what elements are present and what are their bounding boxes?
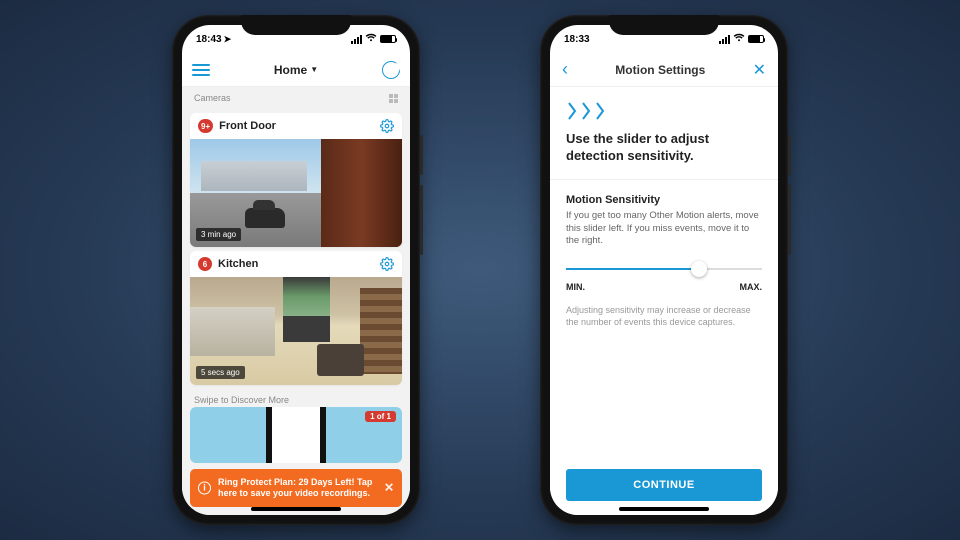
promo-count-badge: 1 of 1 (365, 411, 396, 422)
home-indicator[interactable] (251, 507, 341, 511)
cameras-section-header: Cameras (182, 87, 410, 109)
home-indicator[interactable] (619, 507, 709, 511)
notch (609, 15, 719, 35)
camera-card[interactable]: 6 Kitchen 5 secs ago (190, 251, 402, 385)
signal-icon (351, 35, 362, 44)
camera-list[interactable]: 9+ Front Door 3 min ago 6 Kitchen (182, 109, 410, 515)
camera-preview[interactable]: 5 secs ago (190, 277, 402, 385)
chevron-down-icon: ▼ (310, 65, 318, 74)
sensitivity-slider[interactable] (566, 262, 762, 276)
battery-icon (748, 35, 764, 43)
screen-motion-settings: 18:33 ‹ Motion Settings ✕ Use the slider… (550, 25, 778, 515)
protect-plan-banner[interactable]: i Ring Protect Plan: 29 Days Left! Tap h… (190, 469, 402, 508)
camera-preview[interactable]: 3 min ago (190, 139, 402, 247)
section-label: Motion Sensitivity (566, 194, 762, 206)
nav-bar: ‹ Motion Settings ✕ (550, 53, 778, 87)
back-button[interactable]: ‹ (562, 59, 568, 80)
settings-body: Use the slider to adjust detection sensi… (550, 87, 778, 515)
status-time: 18:33 (564, 34, 590, 45)
continue-button[interactable]: CONTINUE (566, 469, 762, 501)
night-mode-icon[interactable] (382, 61, 400, 79)
alert-badge: 6 (198, 257, 212, 271)
timestamp-badge: 3 min ago (196, 228, 241, 241)
close-icon[interactable]: ✕ (384, 480, 394, 495)
screen-home: 18:43 ➤ Home ▼ Cameras (182, 25, 410, 515)
signal-icon (719, 35, 730, 44)
chevrons-icon (566, 101, 762, 121)
notch (241, 15, 351, 35)
battery-icon (380, 35, 396, 43)
phone-right: 18:33 ‹ Motion Settings ✕ Use the slider… (540, 15, 788, 525)
footnote: Adjusting sensitivity may increase or de… (566, 304, 762, 328)
app-header: Home ▼ (182, 53, 410, 87)
close-button[interactable]: ✕ (753, 60, 766, 80)
info-icon: i (198, 481, 211, 494)
phone-left: 18:43 ➤ Home ▼ Cameras (172, 15, 420, 525)
alert-badge: 9+ (198, 119, 213, 133)
menu-icon[interactable] (192, 64, 210, 76)
min-label: MIN. (566, 282, 585, 292)
location-icon: ➤ (224, 34, 232, 45)
gear-icon[interactable] (380, 119, 394, 133)
page-title: Motion Settings (615, 63, 705, 77)
heading: Use the slider to adjust detection sensi… (566, 131, 762, 165)
section-description: If you get too many Other Motion alerts,… (566, 210, 762, 248)
location-dropdown[interactable]: Home ▼ (274, 63, 318, 77)
status-time: 18:43 (196, 34, 222, 45)
slider-thumb[interactable] (691, 261, 707, 277)
gear-icon[interactable] (380, 257, 394, 271)
header-title: Home (274, 63, 307, 77)
wifi-icon (365, 33, 377, 45)
camera-card[interactable]: 9+ Front Door 3 min ago (190, 113, 402, 247)
discover-label: Swipe to Discover More (182, 389, 410, 407)
promo-illustration (266, 407, 326, 463)
grid-view-icon[interactable] (389, 94, 398, 103)
promo-card[interactable]: 1 of 1 (190, 407, 402, 463)
timestamp-badge: 5 secs ago (196, 366, 245, 379)
camera-name: Front Door (219, 120, 374, 132)
banner-text: Ring Protect Plan: 29 Days Left! Tap her… (218, 477, 372, 498)
divider (550, 179, 778, 180)
camera-name: Kitchen (218, 258, 374, 270)
wifi-icon (733, 33, 745, 45)
max-label: MAX. (740, 282, 763, 292)
section-label: Cameras (194, 93, 231, 103)
